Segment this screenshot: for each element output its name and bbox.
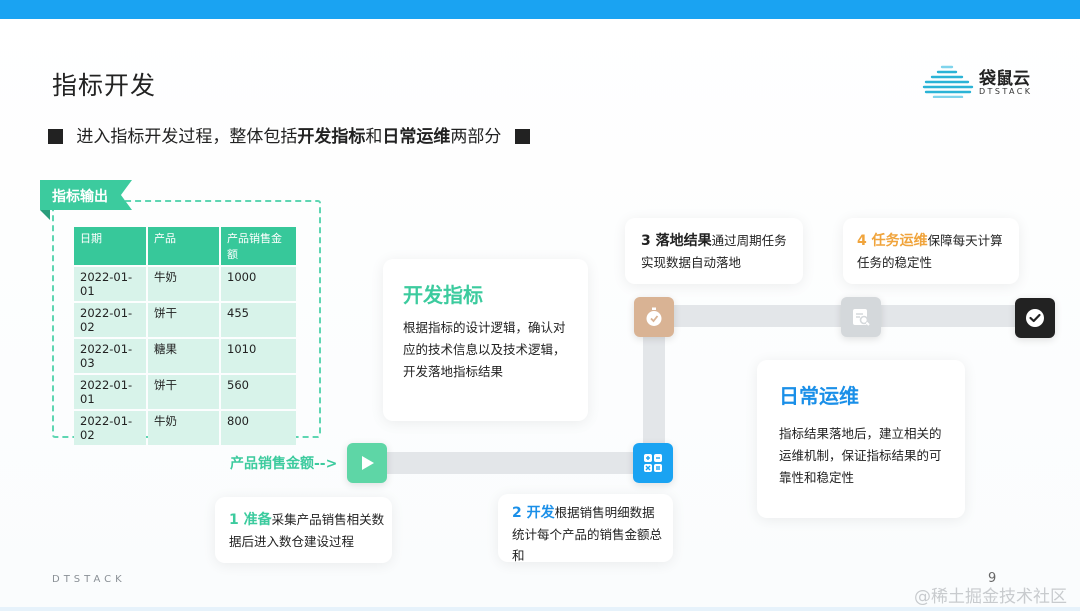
watermark: @稀土掘金技术社区 bbox=[914, 587, 1067, 607]
column-header-date: 日期 bbox=[74, 227, 146, 265]
subtitle-suffix: 两部分 bbox=[450, 127, 502, 147]
cell-amount: 1010 bbox=[221, 339, 296, 373]
step-card-4: 4 任务运维保障每天计算任务的稳定性 bbox=[843, 218, 1019, 284]
cell-amount: 1000 bbox=[221, 267, 296, 301]
cell-product: 牛奶 bbox=[148, 411, 219, 445]
cell-product: 饼干 bbox=[148, 303, 219, 337]
dev-card-title: 开发指标 bbox=[403, 283, 483, 307]
cell-date: 2022-01-01 bbox=[74, 267, 146, 301]
cell-product: 牛奶 bbox=[148, 267, 219, 301]
subtitle-bold-dev: 开发指标 bbox=[297, 127, 366, 147]
step-card-3: 3 落地结果通过周期任务实现数据自动落地 bbox=[625, 218, 803, 284]
step-3-number: 3 落地结果 bbox=[641, 233, 712, 249]
cell-amount: 455 bbox=[221, 303, 296, 337]
ops-card: 日常运维 指标结果落地后，建立相关的运维机制，保证指标结果的可靠性和稳定性 bbox=[757, 360, 965, 518]
output-table: 日期 产品 产品销售金额 2022-01-01 牛奶 1000 2022-01-02… bbox=[72, 225, 298, 447]
footer-brand: DTSTACK bbox=[52, 574, 126, 585]
table-row: 2022-01-02 饼干 455 bbox=[74, 303, 296, 337]
subtitle-mid: 和 bbox=[365, 127, 383, 147]
document-search-icon bbox=[853, 309, 870, 326]
cell-amount: 800 bbox=[221, 411, 296, 445]
logo-subtext: DTSTACK bbox=[979, 87, 1033, 96]
calculator-node[interactable] bbox=[633, 443, 673, 483]
dev-card-text: 根据指标的设计逻辑，确认对应的技术信息以及技术逻辑，开发落地指标结果 bbox=[403, 320, 566, 379]
cell-product: 饼干 bbox=[148, 375, 219, 409]
cell-date: 2022-01-03 bbox=[74, 339, 146, 373]
stopwatch-icon bbox=[646, 307, 662, 326]
subtitle-bold-ops: 日常运维 bbox=[382, 127, 451, 147]
monitor-node[interactable] bbox=[841, 297, 881, 337]
complete-node[interactable] bbox=[1015, 298, 1055, 338]
subtitle-prefix: 进入指标开发过程，整体包括 bbox=[76, 127, 298, 147]
cell-date: 2022-01-02 bbox=[74, 303, 146, 337]
dev-card: 开发指标 根据指标的设计逻辑，确认对应的技术信息以及技术逻辑，开发落地指标结果 bbox=[383, 259, 588, 421]
ops-card-title: 日常运维 bbox=[779, 384, 859, 408]
step-2-number: 2 开发 bbox=[512, 505, 555, 521]
cell-date: 2022-01-01 bbox=[74, 375, 146, 409]
brand-logo: 袋鼠云 DTSTACK bbox=[922, 64, 1042, 100]
step-1-text: 1 准备采集产品销售相关数据后进入数仓建设过程 bbox=[229, 509, 387, 552]
table-header-row: 日期 产品 产品销售金额 bbox=[74, 227, 296, 265]
cell-date: 2022-01-02 bbox=[74, 411, 146, 445]
timer-node[interactable] bbox=[634, 297, 674, 337]
step-2-text: 2 开发根据销售明细数据统计每个产品的销售金额总和 bbox=[512, 502, 664, 566]
cloud-logo-icon bbox=[922, 65, 974, 98]
play-node[interactable] bbox=[347, 443, 387, 483]
step-card-1: 1 准备采集产品销售相关数据后进入数仓建设过程 bbox=[215, 497, 392, 563]
square-bullet-icon bbox=[48, 129, 63, 144]
flow-track-bottom bbox=[365, 452, 660, 474]
column-header-product: 产品 bbox=[148, 227, 219, 265]
step-1-number: 1 准备 bbox=[229, 512, 272, 528]
tag-fold bbox=[40, 210, 50, 220]
logo-name: 袋鼠云 bbox=[979, 69, 1030, 89]
step-3-text: 3 落地结果通过周期任务实现数据自动落地 bbox=[641, 230, 797, 273]
flow-start-label: 产品销售金额--> bbox=[230, 456, 338, 472]
step-4-text: 4 任务运维保障每天计算任务的稳定性 bbox=[857, 230, 1013, 273]
square-bullet-icon bbox=[514, 129, 530, 144]
ops-card-text: 指标结果落地后，建立相关的运维机制，保证指标结果的可靠性和稳定性 bbox=[779, 426, 942, 485]
output-tag: 指标输出 bbox=[40, 180, 132, 210]
check-circle-icon bbox=[1026, 309, 1044, 327]
table-row: 2022-01-03 糖果 1010 bbox=[74, 339, 296, 373]
bottom-divider bbox=[0, 607, 1080, 611]
table-row: 2022-01-02 牛奶 800 bbox=[74, 411, 296, 445]
cell-product: 糖果 bbox=[148, 339, 219, 373]
table-row: 2022-01-01 饼干 560 bbox=[74, 375, 296, 409]
column-header-amount: 产品销售金额 bbox=[221, 227, 296, 265]
section-subtitle: 进入指标开发过程，整体包括开发指标和日常运维两部分 bbox=[48, 122, 530, 147]
table-row: 2022-01-01 牛奶 1000 bbox=[74, 267, 296, 301]
calculator-icon bbox=[644, 454, 662, 472]
page-title: 指标开发 bbox=[52, 71, 157, 100]
step-card-2: 2 开发根据销售明细数据统计每个产品的销售金额总和 bbox=[498, 494, 673, 563]
cell-amount: 560 bbox=[221, 375, 296, 409]
step-4-number: 4 任务运维 bbox=[857, 233, 928, 249]
top-accent-bar bbox=[0, 0, 1080, 19]
play-icon bbox=[362, 456, 374, 470]
